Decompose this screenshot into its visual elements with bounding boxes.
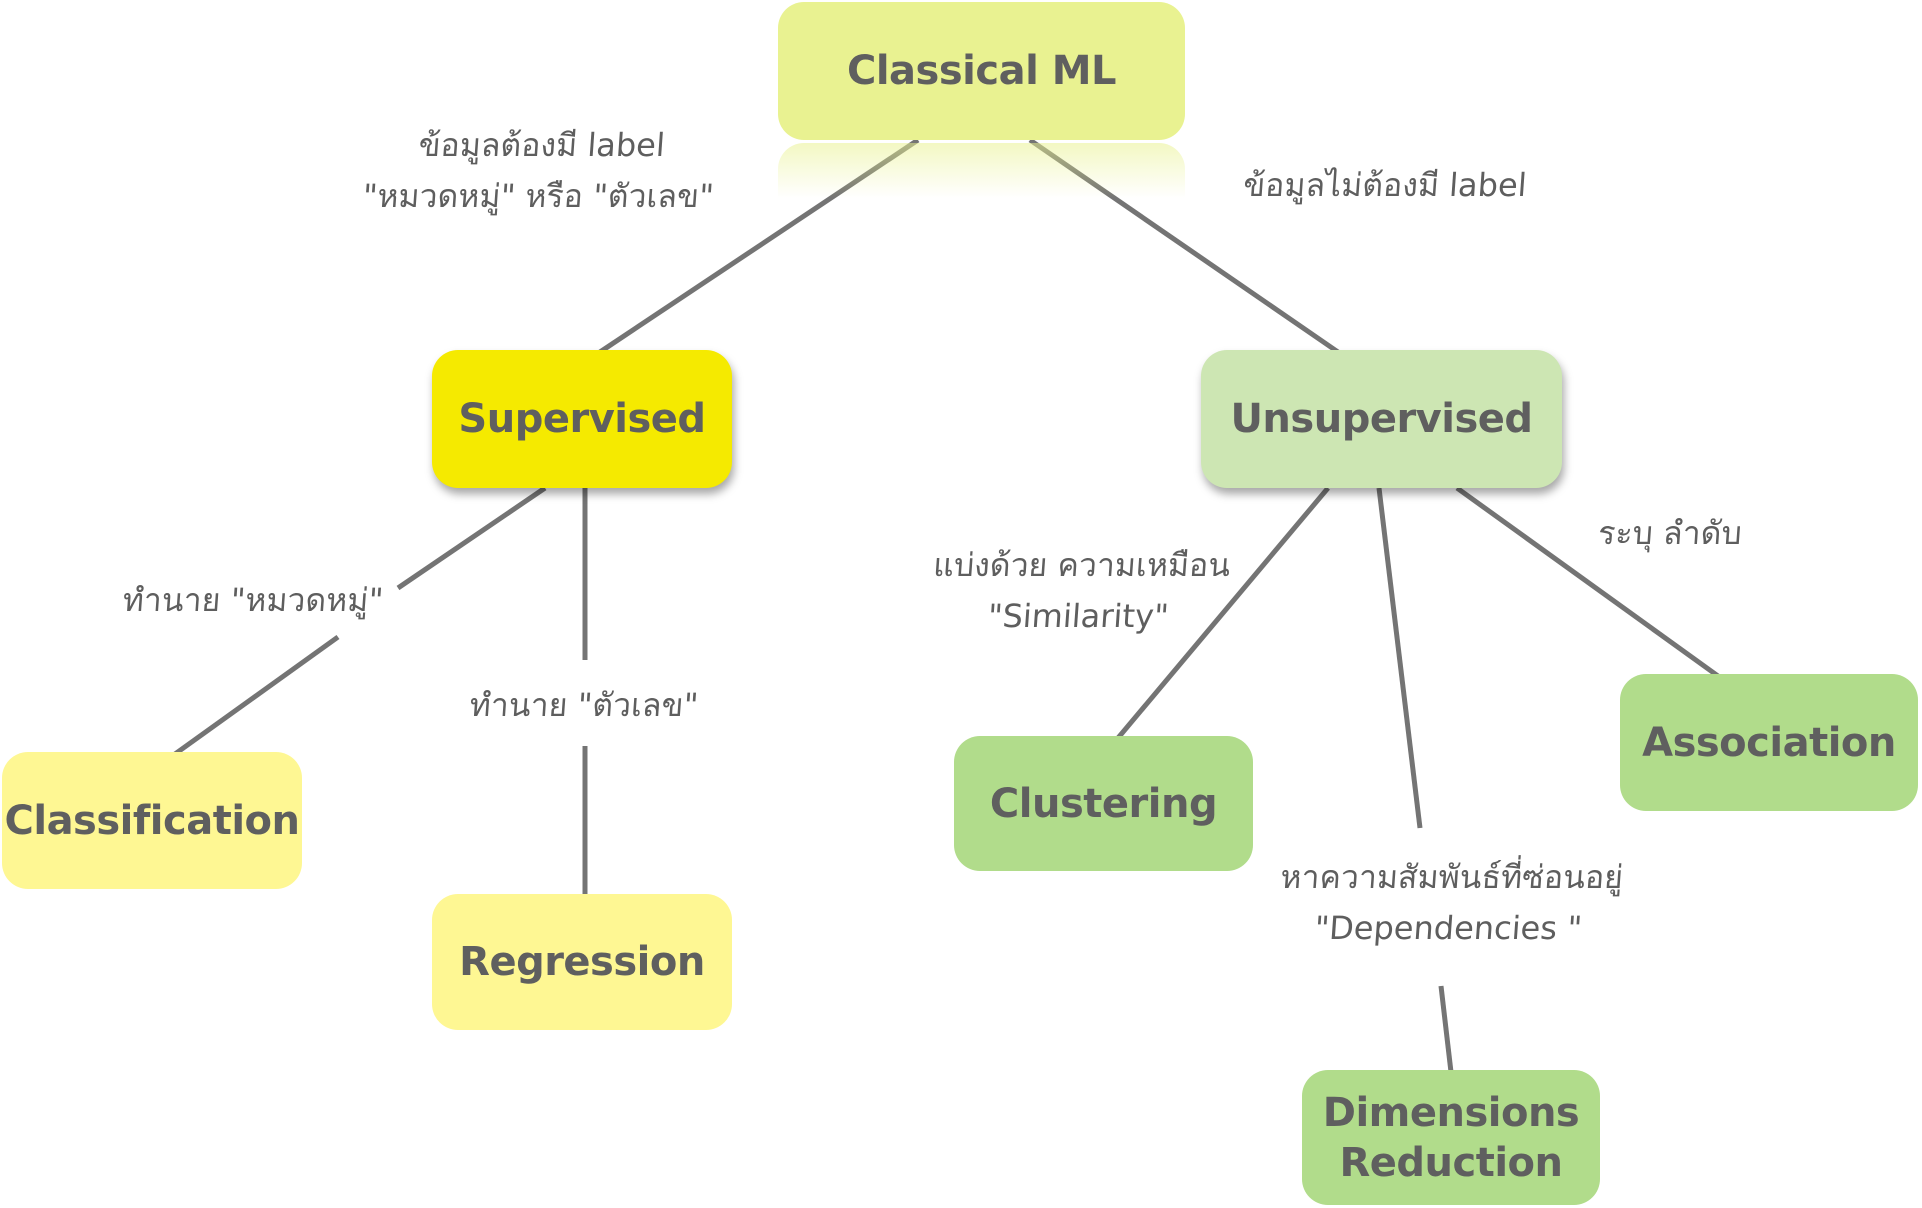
edge-label-supervised-line2: "หมวดหมู่" หรือ "ตัวเลข" — [361, 177, 716, 216]
node-regression-label: Regression — [459, 939, 705, 985]
edge-supervised-classification-upper — [396, 485, 547, 591]
node-unsupervised[interactable]: Unsupervised — [1201, 350, 1562, 488]
edge-label-unsupervised: ข้อมูลไม่ต้องมี label — [1233, 160, 1537, 211]
edge-label-dimensions-line2: "Dependencies " — [1313, 909, 1584, 948]
node-clustering[interactable]: Clustering — [954, 736, 1253, 871]
edge-label-clustering: แบ่งด้วย ความเหมือน "Similarity" — [916, 540, 1243, 642]
node-dimensions-reduction-label-line1: Dimensions — [1322, 1089, 1580, 1136]
edge-label-regression-line1: ทำนาย "ตัวเลข" — [468, 686, 700, 724]
edge-label-association: ระบุ ลำดับ — [1578, 508, 1762, 559]
node-classical-ml-label: Classical ML — [846, 48, 1117, 94]
edge-label-association-line1: ระบุ ลำดับ — [1596, 514, 1744, 552]
node-classification-label: Classification — [4, 797, 301, 844]
root-node-reflection — [778, 143, 1185, 198]
node-association-label: Association — [1642, 719, 1896, 766]
edge-label-classification-line1: ทำนาย "หมวดหมู่" — [121, 581, 385, 619]
node-regression[interactable]: Regression — [432, 894, 732, 1030]
node-clustering-label: Clustering — [989, 780, 1218, 827]
edge-label-supervised: ข้อมูลต้องมี label "หมวดหมู่" หรือ "ตัวเ… — [341, 120, 738, 222]
node-unsupervised-label: Unsupervised — [1230, 396, 1533, 442]
edge-label-clustering-line1: แบ่งด้วย ความเหมือน — [932, 546, 1232, 584]
edge-label-dimensions: หาความสัมพันธ์ที่ซ่อนอยู่ "Dependencies … — [1258, 852, 1641, 954]
node-dimensions-reduction[interactable]: Dimensions Reduction — [1302, 1070, 1600, 1205]
edge-label-supervised-line1: ข้อมูลต้องมี label — [417, 126, 667, 164]
node-classical-ml[interactable]: Classical ML — [778, 2, 1185, 140]
edge-unsupervised-dimensions-upper — [1376, 487, 1423, 829]
node-supervised-label: Supervised — [458, 396, 706, 442]
node-association[interactable]: Association — [1620, 674, 1918, 811]
edge-label-clustering-line2: "Similarity" — [986, 597, 1170, 636]
edge-label-dimensions-line1: หาความสัมพันธ์ที่ซ่อนอยู่ — [1279, 858, 1625, 896]
node-dimensions-reduction-label-line2: Reduction — [1339, 1139, 1563, 1186]
edge-label-unsupervised-line1: ข้อมูลไม่ต้องมี label — [1242, 166, 1528, 204]
edge-supervised-classification-lower — [173, 634, 340, 757]
edge-unsupervised-dimensions-lower — [1438, 985, 1454, 1073]
edge-label-classification: ทำนาย "หมวดหมู่" — [106, 575, 400, 626]
node-classification[interactable]: Classification — [2, 752, 302, 889]
edge-label-regression: ทำนาย "ตัวเลข" — [456, 680, 712, 731]
node-supervised[interactable]: Supervised — [432, 350, 732, 488]
